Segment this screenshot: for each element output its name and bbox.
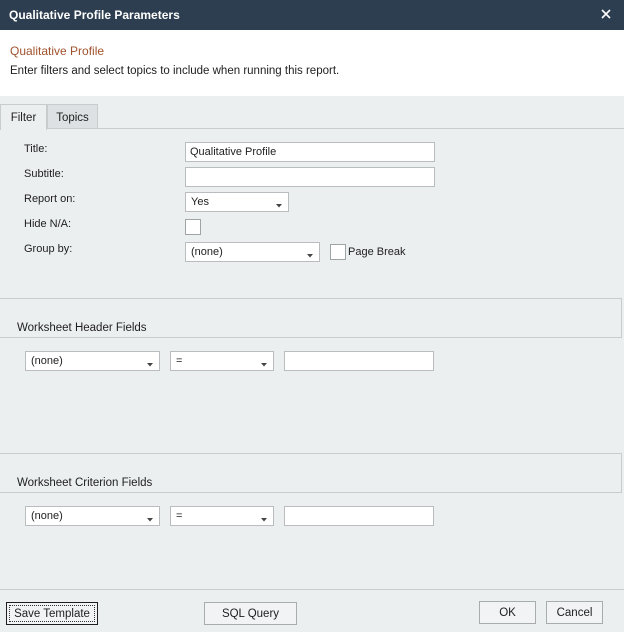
worksheet-header-title: Worksheet Header Fields [17, 322, 147, 334]
header-field-dropdown[interactable]: (none) [25, 351, 160, 371]
header-operator-value: = [176, 355, 183, 367]
title-bar: Qualitative Profile Parameters [0, 0, 624, 30]
chevron-down-icon [260, 359, 268, 367]
criterion-field-dropdown[interactable]: (none) [25, 506, 160, 526]
header-value-input[interactable] [284, 351, 434, 371]
hide-na-label: Hide N/A: [24, 218, 72, 230]
save-template-button[interactable]: Save Template [6, 602, 98, 625]
title-label: Title: [24, 143, 48, 155]
tab-divider [0, 128, 624, 129]
worksheet-criterion-section: Worksheet Criterion Fields [0, 453, 622, 493]
report-on-value: Yes [191, 196, 209, 208]
criterion-operator-dropdown[interactable]: = [170, 506, 274, 526]
group-by-dropdown[interactable]: (none) [185, 242, 320, 262]
header-title: Qualitative Profile [10, 44, 105, 58]
subtitle-input[interactable] [185, 167, 435, 187]
header-operator-dropdown[interactable]: = [170, 351, 274, 371]
report-on-label: Report on: [24, 193, 76, 205]
chevron-down-icon [260, 514, 268, 522]
criterion-field-value: (none) [31, 510, 63, 522]
tab-filter[interactable]: Filter [0, 104, 47, 130]
criterion-value-input[interactable] [284, 506, 434, 526]
header-panel: Qualitative Profile Enter filters and se… [0, 30, 624, 96]
criterion-operator-value: = [176, 510, 183, 522]
chevron-down-icon [275, 200, 283, 208]
header-description: Enter filters and select topics to inclu… [10, 65, 340, 77]
page-break-label: Page Break [348, 246, 406, 258]
hide-na-checkbox[interactable] [185, 219, 201, 235]
subtitle-label: Subtitle: [24, 168, 64, 180]
cancel-button[interactable]: Cancel [546, 601, 603, 624]
chevron-down-icon [146, 359, 154, 367]
footer-divider [0, 589, 624, 590]
window-title: Qualitative Profile Parameters [9, 8, 180, 22]
group-by-value: (none) [191, 246, 223, 258]
header-field-value: (none) [31, 355, 63, 367]
ok-button[interactable]: OK [479, 601, 536, 624]
title-input[interactable] [185, 142, 435, 162]
group-by-label: Group by: [24, 243, 73, 255]
close-icon[interactable] [597, 5, 615, 23]
chevron-down-icon [306, 250, 314, 258]
worksheet-header-section: Worksheet Header Fields [0, 298, 622, 338]
worksheet-criterion-title: Worksheet Criterion Fields [17, 477, 153, 489]
page-break-checkbox[interactable] [330, 244, 346, 260]
sql-query-button[interactable]: SQL Query [204, 602, 297, 625]
tab-topics[interactable]: Topics [47, 104, 98, 129]
chevron-down-icon [146, 514, 154, 522]
report-on-dropdown[interactable]: Yes [185, 192, 289, 212]
